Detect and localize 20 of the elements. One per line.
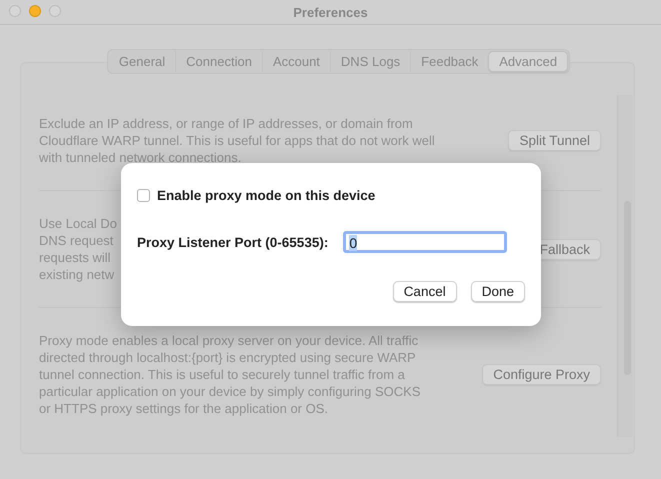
description-text: Proxy mode enables a local proxy server on your device. All traffic directed through localhost:{port} is encrypted using secure WARP tunnel connection. This is useful to securely tunnel traffic from a particular application on your device by simply configuring SOCKS or HTTPS proxy settings for the application or OS.	[39, 332, 421, 417]
cancel-button[interactable]: Cancel	[392, 281, 457, 302]
tab[interactable]: Connection	[175, 51, 262, 72]
checkbox[interactable]	[137, 189, 150, 202]
description-text: Exclude an IP address, or range of IP addresses, or domain from Cloudflare WARP tunnel. This is useful for apps that do not work well with tunneled network connections.	[39, 115, 435, 166]
tab[interactable]: General	[108, 51, 176, 72]
close-icon[interactable]	[9, 5, 21, 17]
section-button[interactable]: Split Tunnel	[508, 130, 601, 151]
port-label: Proxy Listener Port (0-65535):	[137, 234, 328, 250]
tab[interactable]: Advanced	[488, 51, 568, 72]
description-text: Use Local Do DNS request requests will existing netw	[39, 215, 118, 283]
port-field[interactable]: 0	[343, 231, 508, 253]
tab[interactable]: Account	[262, 51, 330, 72]
minimize-icon[interactable]	[29, 5, 41, 17]
tab[interactable]: DNS Logs	[330, 51, 410, 72]
checkbox-label: Enable proxy mode on this device	[157, 188, 376, 203]
window-title: Preferences	[293, 4, 368, 20]
zoom-icon[interactable]	[49, 5, 61, 17]
done-button[interactable]: Done	[470, 281, 525, 302]
section-button[interactable]: Configure Proxy	[482, 364, 601, 385]
